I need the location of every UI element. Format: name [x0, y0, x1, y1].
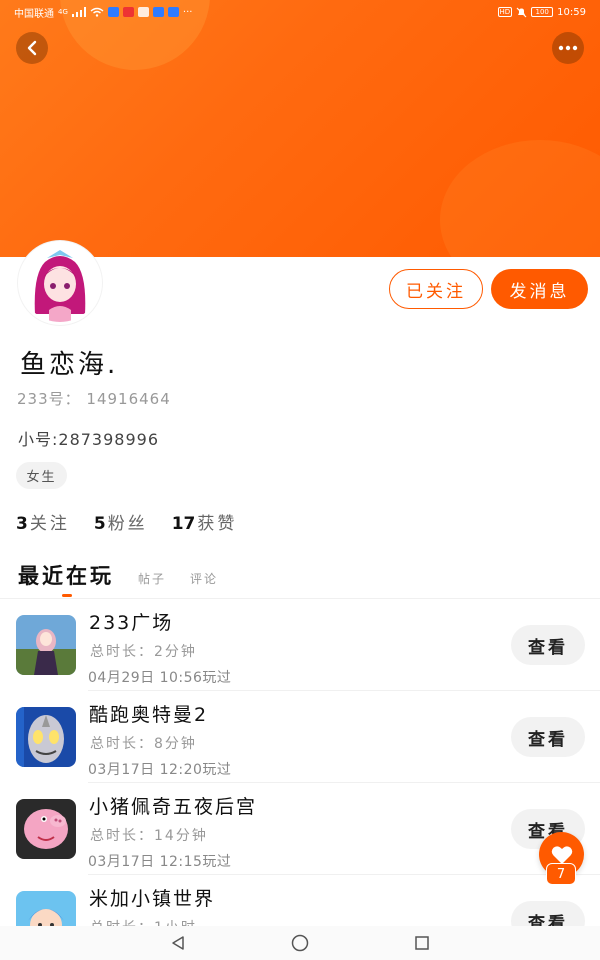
stat-following[interactable]: 3 关注	[16, 509, 70, 534]
stat-label: 粉丝	[107, 514, 148, 534]
game-name: 酷跑奥特曼2	[89, 704, 209, 726]
list-item[interactable]: 233广场 总时长：2分钟 04月29日 10:56玩过 查看	[0, 599, 600, 691]
back-button[interactable]	[16, 32, 48, 64]
stat-followers[interactable]: 5 粉丝	[94, 509, 148, 534]
app-notification-icon	[167, 7, 179, 17]
heart-icon	[551, 845, 572, 864]
view-button[interactable]: 查看	[511, 625, 585, 665]
more-button[interactable]	[552, 32, 584, 64]
game-name: 233广场	[89, 612, 174, 634]
recently-played-list: 233广场 总时长：2分钟 04月29日 10:56玩过 查看 酷跑奥特曼2 总…	[0, 599, 600, 960]
like-count-badge: 7	[546, 863, 576, 885]
game-last-played: 03月17日 12:20玩过	[88, 762, 232, 778]
app-notification-icon	[152, 7, 164, 17]
nav-recents-icon[interactable]	[414, 935, 430, 951]
banner-decoration	[440, 140, 600, 257]
stat-likes[interactable]: 17 获赞	[172, 509, 238, 534]
more-dots-icon	[558, 45, 578, 51]
stat-count: 17	[171, 514, 196, 534]
send-message-button[interactable]: 发消息	[491, 269, 588, 309]
stat-label: 获赞	[197, 514, 238, 534]
game-icon-233-plaza	[16, 615, 76, 675]
carrier-label: 中国联通	[14, 8, 54, 20]
game-name: 米加小镇世界	[89, 888, 216, 910]
profile-tabs: 最近在玩 帖子 评论	[18, 560, 218, 590]
game-duration: 总时长：14分钟	[90, 828, 208, 844]
tab-comments[interactable]: 评论	[190, 570, 218, 590]
view-button[interactable]: 查看	[511, 717, 585, 757]
chevron-left-icon	[27, 40, 37, 56]
status-bar: 中国联通 4G ··· HD 100 10:59	[0, 0, 600, 24]
game-last-played: 04月29日 10:56玩过	[88, 670, 232, 686]
battery-icon: 100	[531, 7, 554, 17]
more-notifications-icon: ···	[182, 6, 193, 18]
nav-back-icon[interactable]	[170, 935, 186, 951]
wifi-icon	[90, 7, 104, 17]
hd-icon: HD	[497, 7, 513, 17]
game-last-played: 03月17日 12:15玩过	[88, 854, 232, 870]
profile-banner	[0, 0, 600, 257]
game-duration: 总时长：8分钟	[90, 736, 197, 752]
nav-home-icon[interactable]	[291, 934, 309, 952]
app-notification-icon	[137, 7, 149, 17]
account-id: 233号： 14916464	[17, 390, 171, 408]
list-item[interactable]: 酷跑奥特曼2 总时长：8分钟 03月17日 12:20玩过 查看	[0, 691, 600, 783]
active-tab-indicator	[62, 594, 72, 597]
avatar-image	[21, 244, 99, 322]
clock-time: 10:59	[557, 6, 586, 18]
username: 鱼恋海.	[20, 350, 119, 380]
game-icon-ultraman	[16, 707, 76, 767]
tab-posts[interactable]: 帖子	[138, 570, 166, 590]
stat-label: 关注	[29, 514, 70, 534]
stat-count: 5	[93, 514, 106, 534]
avatar[interactable]	[18, 241, 102, 325]
gender-badge: 女生	[16, 462, 67, 489]
signal-icon	[71, 7, 86, 17]
alt-account-id: 小号:287398996	[18, 430, 160, 449]
game-duration: 总时长：2分钟	[90, 644, 197, 660]
followed-button[interactable]: 已关注	[389, 269, 483, 309]
game-icon-peppa-pig	[16, 799, 76, 859]
network-label: 4G	[58, 8, 68, 16]
app-notification-icon	[122, 7, 134, 17]
system-nav-bar	[0, 926, 600, 960]
stat-count: 3	[16, 514, 28, 534]
list-item[interactable]: 小猪佩奇五夜后宫 总时长：14分钟 03月17日 12:15玩过 查看	[0, 783, 600, 875]
mute-bell-icon	[516, 7, 527, 17]
tab-recently-played[interactable]: 最近在玩	[18, 560, 114, 590]
app-notification-icon	[107, 7, 119, 17]
profile-stats: 3 关注 5 粉丝 17 获赞	[16, 509, 237, 534]
game-name: 小猪佩奇五夜后宫	[89, 796, 258, 818]
